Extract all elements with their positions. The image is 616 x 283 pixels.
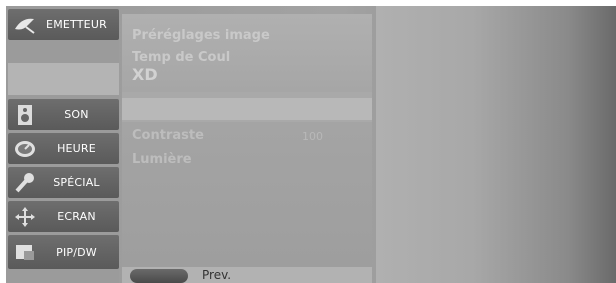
pip-icon: [8, 237, 42, 268]
sidebar-item-label: EMETTEUR: [46, 18, 107, 31]
sidebar-item-label: SON: [64, 108, 89, 121]
panel-divider-bar: [122, 98, 372, 120]
sidebar-item-heure[interactable]: HEURE: [8, 133, 119, 164]
option-contrast[interactable]: Contraste: [132, 128, 204, 143]
move-arrows-icon: [8, 201, 42, 232]
panel-bottom-section: Contraste 100 Lumière: [122, 122, 372, 267]
option-colour-temp[interactable]: Temp de Coul: [132, 50, 230, 65]
prev-button[interactable]: [130, 269, 188, 283]
panel-top-section: Préréglages image Temp de Coul XD: [122, 14, 372, 92]
prev-label: Prev.: [202, 268, 232, 282]
satellite-dish-icon: [8, 9, 42, 40]
sidebar-item-pip-dw[interactable]: PIP/DW: [8, 235, 119, 269]
menu-footer: Prev.: [122, 267, 372, 283]
option-brightness[interactable]: Lumière: [132, 152, 192, 167]
option-preset-image[interactable]: Préréglages image: [132, 28, 270, 43]
tv-menu-screen: EMETTEUR SON HEURE SPÉCIAL ECRAN PIP/DW …: [6, 6, 616, 283]
svg-text:XD: XD: [132, 66, 158, 82]
sidebar-item-label: PIP/DW: [56, 245, 97, 259]
sidebar-item-emetteur[interactable]: EMETTEUR: [8, 9, 119, 40]
key-icon: [8, 167, 42, 198]
sidebar-item-son[interactable]: SON: [8, 99, 119, 130]
sidebar-item-label: ECRAN: [57, 210, 96, 223]
speaker-icon: [8, 99, 42, 130]
sidebar-item-label: HEURE: [57, 142, 96, 155]
tv-picture-area: [376, 6, 616, 283]
sidebar-item-special[interactable]: SPÉCIAL: [8, 167, 119, 198]
sidebar-divider: [8, 63, 119, 95]
menu-sidebar: EMETTEUR SON HEURE SPÉCIAL ECRAN PIP/DW: [6, 6, 119, 283]
xd-logo-icon[interactable]: XD: [132, 66, 174, 82]
sidebar-item-label: SPÉCIAL: [53, 176, 100, 189]
picture-settings-panel: Préréglages image Temp de Coul XD Contra…: [122, 14, 372, 275]
contrast-value: 100: [302, 130, 323, 143]
sidebar-item-ecran[interactable]: ECRAN: [8, 201, 119, 232]
clock-icon: [8, 133, 42, 164]
